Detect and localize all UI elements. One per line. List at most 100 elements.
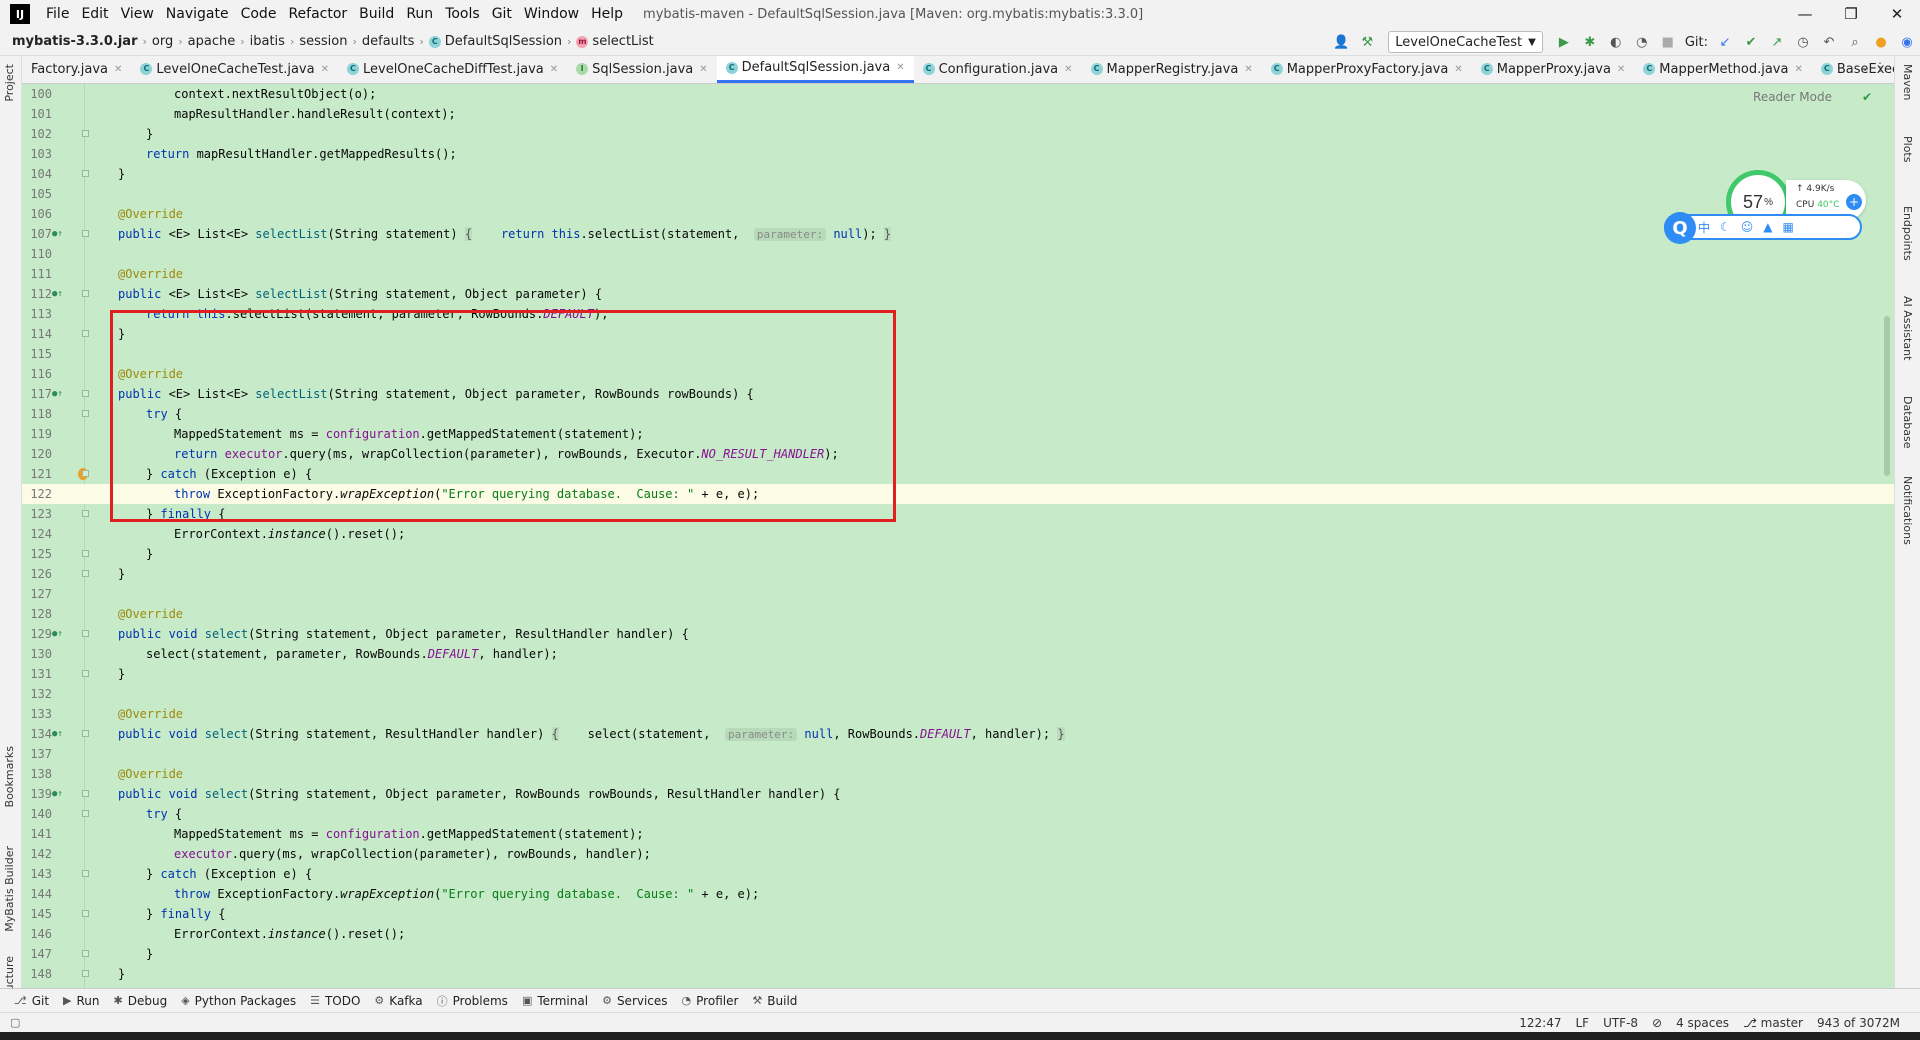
fold-marker[interactable] <box>82 790 89 797</box>
fold-marker[interactable] <box>82 630 89 637</box>
fold-marker[interactable] <box>82 670 89 677</box>
breadcrumb-method[interactable]: m selectList <box>576 34 654 49</box>
implements-icon[interactable]: ●↑ <box>52 284 63 304</box>
run-configuration-select[interactable]: LevelOneCacheTest ▼ <box>1388 31 1543 53</box>
emoji-icon[interactable]: ☺ <box>1741 220 1754 234</box>
tab-list-chevron-icon[interactable]: ⌄ ⋮ <box>1860 60 1886 74</box>
tool-terminal[interactable]: ▣ Terminal <box>522 994 588 1008</box>
tool-profiler[interactable]: ◔ Profiler <box>682 994 739 1008</box>
breadcrumb-org[interactable]: org <box>152 34 173 49</box>
folded-brace[interactable]: { <box>551 727 559 741</box>
close-window-button[interactable]: ✕ <box>1874 0 1920 28</box>
close-icon[interactable]: ✕ <box>1064 64 1072 75</box>
fold-marker[interactable] <box>82 550 89 557</box>
system-monitor-widget[interactable]: 57% ↑ 4.9K/s CPU 40°C + Q 中 ☾ ☺ ▲ ▦ <box>1660 170 1870 250</box>
breadcrumb-ibatis[interactable]: ibatis <box>250 34 285 49</box>
menu-code[interactable]: Code <box>235 6 283 22</box>
close-icon[interactable]: ✕ <box>1244 64 1252 75</box>
fold-marker[interactable] <box>82 730 89 737</box>
close-icon[interactable]: ✕ <box>1454 64 1462 75</box>
add-icon[interactable]: + <box>1846 194 1862 210</box>
implements-icon[interactable]: ●↑ <box>52 224 63 244</box>
breadcrumb-jar[interactable]: mybatis-3.3.0.jar <box>12 34 138 49</box>
folded-brace[interactable]: } <box>883 227 892 241</box>
plots-tool-button[interactable]: Plots <box>1901 136 1914 162</box>
coverage-icon[interactable]: ◐ <box>1605 31 1627 53</box>
tool-run[interactable]: ▶ Run <box>63 994 99 1008</box>
profile-icon[interactable]: ◔ <box>1631 31 1653 53</box>
mybatis-builder-tool-button[interactable]: MyBatis Builder <box>3 846 16 932</box>
close-icon[interactable]: ✕ <box>550 64 558 75</box>
tool-todo[interactable]: ☰ TODO <box>310 994 360 1008</box>
menu-navigate[interactable]: Navigate <box>160 6 235 22</box>
maven-tool-button[interactable]: Maven <box>1901 64 1914 100</box>
fold-marker[interactable] <box>82 290 89 297</box>
breadcrumb-apache[interactable]: apache <box>188 34 236 49</box>
project-tool-button[interactable]: Project <box>3 64 16 102</box>
fold-marker[interactable] <box>82 330 89 337</box>
tab-leveloncachetest[interactable]: C LevelOneCacheTest.java ✕ <box>131 56 338 83</box>
grid-icon[interactable]: ▦ <box>1783 220 1794 234</box>
implements-icon[interactable]: ●↑ <box>52 724 63 744</box>
fold-marker[interactable] <box>82 870 89 877</box>
fold-marker[interactable] <box>82 950 89 957</box>
caret-position[interactable]: 122:47 <box>1519 1016 1561 1030</box>
memory-indicator[interactable]: 943 of 3072M <box>1817 1016 1900 1030</box>
update-icon[interactable]: ● <box>1870 31 1892 53</box>
fold-marker[interactable] <box>82 970 89 977</box>
run-icon[interactable]: ▶ <box>1553 31 1575 53</box>
menu-view[interactable]: View <box>115 6 160 22</box>
menu-run[interactable]: Run <box>400 6 439 22</box>
ide-logo-icon[interactable]: ◉ <box>1896 31 1918 53</box>
tool-python-packages[interactable]: ◈ Python Packages <box>181 994 296 1008</box>
close-icon[interactable]: ✕ <box>1794 64 1802 75</box>
user-icon[interactable]: 👤 <box>1330 31 1352 53</box>
tab-mappermethod[interactable]: C MapperMethod.java ✕ <box>1634 56 1812 83</box>
file-encoding[interactable]: UTF-8 <box>1603 1016 1638 1030</box>
folded-brace[interactable]: { <box>464 227 473 241</box>
close-icon[interactable]: ✕ <box>321 64 329 75</box>
fold-marker[interactable] <box>82 410 89 417</box>
tool-build[interactable]: ⚒ Build <box>752 994 797 1008</box>
tab-configuration[interactable]: C Configuration.java ✕ <box>914 56 1082 83</box>
menu-file[interactable]: File <box>40 6 75 22</box>
moon-icon[interactable]: ☾ <box>1720 220 1731 234</box>
fold-marker[interactable] <box>82 810 89 817</box>
ime-toolbar[interactable]: Q 中 ☾ ☺ ▲ ▦ <box>1664 212 1862 244</box>
tool-debug[interactable]: ✱ Debug <box>114 994 168 1008</box>
maximize-button[interactable]: ❐ <box>1828 0 1874 28</box>
ime-chinese-toggle[interactable]: 中 <box>1698 219 1710 236</box>
database-tool-button[interactable]: Database <box>1901 396 1914 449</box>
close-icon[interactable]: ✕ <box>1617 64 1625 75</box>
search-icon[interactable]: ⌕ <box>1844 31 1866 53</box>
close-icon[interactable]: ✕ <box>699 64 707 75</box>
tab-leveloncachedifftest[interactable]: C LevelOneCacheDiffTest.java ✕ <box>338 56 567 83</box>
code-editor[interactable]: Reader Mode ✔ 100 context.nextResultObjec… <box>22 84 1894 988</box>
minimize-button[interactable]: — <box>1782 0 1828 28</box>
breadcrumb-session[interactable]: session <box>299 34 347 49</box>
fold-marker[interactable] <box>82 390 89 397</box>
tab-mapperregistry[interactable]: C MapperRegistry.java ✕ <box>1082 56 1262 83</box>
fold-marker[interactable] <box>82 510 89 517</box>
breadcrumb-class[interactable]: C DefaultSqlSession <box>428 34 562 49</box>
tool-problems[interactable]: ⓘ Problems <box>437 993 508 1009</box>
git-branch[interactable]: ⎇ master <box>1743 1016 1803 1030</box>
tab-mapperproxy[interactable]: C MapperProxy.java ✕ <box>1472 56 1635 83</box>
folded-brace[interactable]: } <box>1057 727 1065 741</box>
git-commit-icon[interactable]: ✔ <box>1740 31 1762 53</box>
menu-help[interactable]: Help <box>585 6 629 22</box>
breadcrumb-defaults[interactable]: defaults <box>362 34 415 49</box>
q-logo-icon[interactable]: Q <box>1664 212 1696 244</box>
tool-git[interactable]: ⎇ Git <box>14 994 49 1008</box>
fold-marker[interactable] <box>82 910 89 917</box>
rollback-icon[interactable]: ↶ <box>1818 31 1840 53</box>
tab-mapperproxyfactory[interactable]: C MapperProxyFactory.java ✕ <box>1262 56 1472 83</box>
menu-edit[interactable]: Edit <box>75 6 114 22</box>
ai-assistant-tool-button[interactable]: AI Assistant <box>1901 296 1914 360</box>
hammer-icon[interactable]: ⚒ <box>1356 31 1378 53</box>
close-icon[interactable]: ✕ <box>896 62 904 73</box>
fold-marker[interactable] <box>82 570 89 577</box>
shirt-icon[interactable]: ▲ <box>1763 220 1772 234</box>
tab-defaultsqlsession[interactable]: C DefaultSqlSession.java ✕ <box>716 56 914 83</box>
line-separator[interactable]: LF <box>1575 1016 1589 1030</box>
